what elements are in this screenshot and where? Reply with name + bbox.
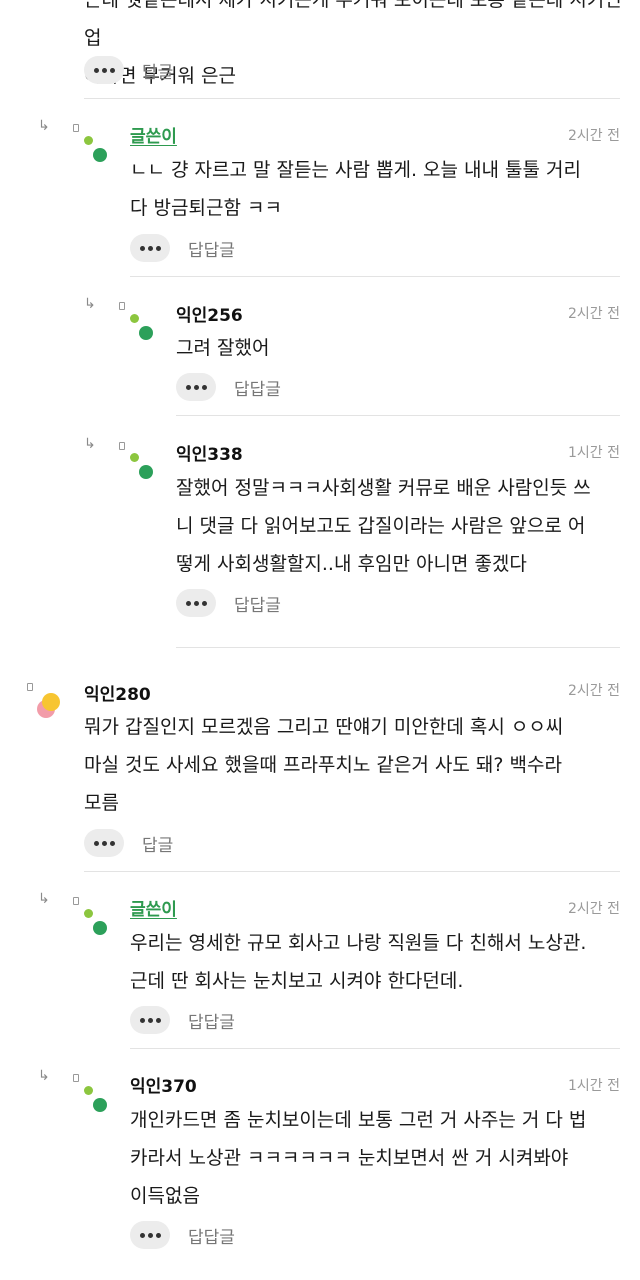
- avatar[interactable]: [84, 136, 114, 170]
- divider: [130, 1048, 620, 1049]
- author-name[interactable]: 익인280: [84, 680, 151, 705]
- divider: [176, 415, 620, 416]
- divider: [84, 871, 620, 872]
- more-button[interactable]: [176, 373, 216, 401]
- reply-arrow-icon: ↳: [84, 296, 96, 312]
- avatar[interactable]: [84, 1086, 114, 1120]
- more-button[interactable]: [130, 1221, 170, 1249]
- comment-body: ㄴㄴ 걍 자르고 말 잘듣는 사람 뽑게. 오늘 내내 툴툴 거리 다 방금퇴근…: [130, 159, 581, 219]
- reply-arrow-icon: ↳: [84, 436, 96, 452]
- small-badge-icon: [119, 442, 125, 450]
- more-button[interactable]: [84, 829, 124, 857]
- divider: [130, 276, 620, 277]
- avatar[interactable]: [84, 909, 114, 943]
- divider: [176, 647, 620, 648]
- author-name[interactable]: 익인256: [176, 301, 243, 326]
- reply-button[interactable]: 답답글: [188, 1223, 235, 1248]
- reply-arrow-icon: ↳: [38, 1068, 50, 1084]
- author-name[interactable]: 글쓴이: [130, 122, 177, 147]
- comment-body: 잘했어 정말ㅋㅋㅋ사회생활 커뮤로 배운 사람인듯 쓰 니 댓글 다 읽어보고도…: [176, 477, 591, 575]
- timestamp: 1시간 전: [568, 445, 620, 461]
- author-name[interactable]: 익인338: [176, 440, 243, 465]
- more-button[interactable]: [130, 1006, 170, 1034]
- avatar[interactable]: [130, 453, 160, 487]
- comment-body: 개인카드면 좀 눈치보이는데 보통 그런 거 사주는 거 다 법 카라서 노상관…: [130, 1109, 587, 1207]
- more-button[interactable]: [130, 234, 170, 262]
- reply-button[interactable]: 답답글: [188, 1008, 235, 1033]
- reply-button[interactable]: 답답글: [234, 591, 281, 616]
- avatar-icon: [37, 693, 60, 718]
- avatar[interactable]: [130, 314, 160, 348]
- comment-body: 뭐가 갑질인지 모르겠음 그리고 딴얘기 미안한데 혹시 ㅇㅇ씨 마실 것도 사…: [84, 716, 564, 814]
- reply-arrow-icon: ↳: [38, 118, 50, 134]
- author-name[interactable]: 익인370: [130, 1072, 197, 1097]
- reply-arrow-icon: ↳: [38, 891, 50, 907]
- divider: [84, 98, 620, 99]
- reply-button[interactable]: 답답글: [188, 236, 235, 261]
- timestamp: 2시간 전: [568, 683, 620, 699]
- reply-button[interactable]: 답답글: [234, 375, 281, 400]
- more-button[interactable]: [84, 56, 124, 84]
- timestamp: 1시간 전: [568, 1078, 620, 1094]
- small-badge-icon: [73, 124, 79, 132]
- timestamp: 2시간 전: [568, 901, 620, 917]
- timestamp: 2시간 전: [568, 306, 620, 322]
- small-badge-icon: [119, 302, 125, 310]
- author-name[interactable]: 글쓴이: [130, 895, 177, 920]
- comment-body: 우리는 영세한 규모 회사고 나랑 직원들 다 친해서 노상관. 근데 딴 회사…: [130, 932, 587, 992]
- comment-body: 그려 잘했어: [176, 337, 270, 359]
- reply-button[interactable]: 답글: [142, 831, 173, 856]
- avatar[interactable]: [34, 690, 64, 720]
- reply-button[interactable]: 답글: [142, 58, 173, 83]
- small-badge-icon: [73, 897, 79, 905]
- small-badge-icon: [27, 683, 33, 691]
- timestamp: 2시간 전: [568, 128, 620, 144]
- small-badge-icon: [73, 1074, 79, 1082]
- more-button[interactable]: [176, 589, 216, 617]
